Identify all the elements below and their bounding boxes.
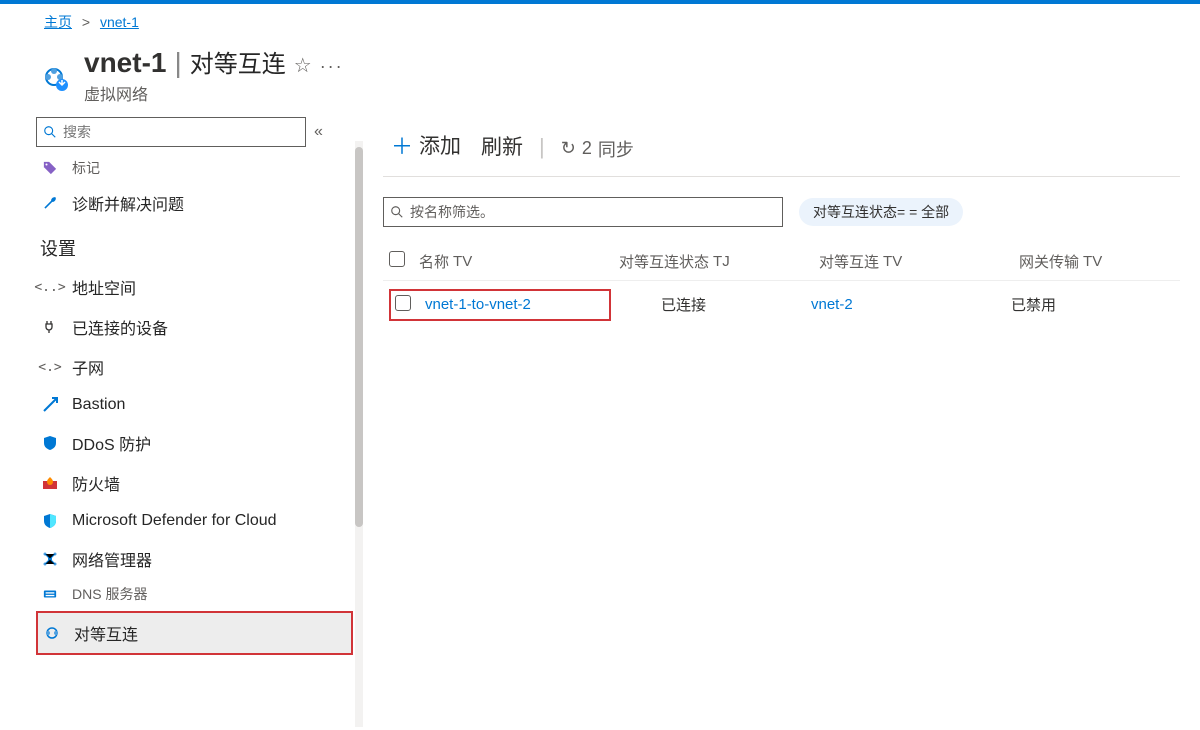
address-space-icon: <..>	[40, 277, 60, 297]
sidebar-item-subnets[interactable]: <.> 子网	[36, 347, 353, 387]
more-menu-icon[interactable]: ···	[320, 56, 344, 77]
sidebar-item-defender[interactable]: Microsoft Defender for Cloud	[36, 503, 353, 539]
shield-icon	[40, 433, 60, 453]
peering-status: 已连接	[611, 294, 811, 315]
breadcrumb-home[interactable]: 主页	[44, 14, 72, 30]
main-content: ＋ 添加 刷新 | ↻ 2 同步 对等互连状态= = 全部 名称	[363, 117, 1200, 727]
sidebar-search[interactable]	[36, 117, 306, 147]
table-header-row: 名称 TV 对等互连状态 TJ 对等互连 TV 网关传输 TV	[383, 243, 1180, 281]
refresh-label: 刷新	[481, 131, 523, 161]
sidebar-label: 防火墙	[72, 471, 120, 495]
select-all-checkbox[interactable]	[389, 251, 405, 267]
bastion-icon	[40, 395, 60, 415]
sidebar-label: 地址空间	[72, 275, 136, 299]
breadcrumb-separator: >	[82, 14, 90, 30]
sidebar-label: 已连接的设备	[72, 315, 168, 339]
page-header: vnet-1 | 对等互连 ☆ ··· 虚拟网络	[0, 40, 1200, 117]
column-name[interactable]: 名称 TV	[419, 251, 619, 272]
plug-icon	[40, 317, 60, 337]
toolbar: ＋ 添加 刷新 | ↻ 2 同步	[383, 125, 1180, 177]
sidebar-label: Microsoft Defender for Cloud	[72, 512, 277, 530]
breadcrumb: 主页 > vnet-1	[0, 4, 1200, 40]
breadcrumb-current[interactable]: vnet-1	[100, 14, 139, 30]
sort-icon: TV	[453, 253, 472, 270]
column-peer-label: 对等互连	[819, 251, 879, 272]
firewall-icon	[40, 473, 60, 493]
vnet-icon	[36, 57, 72, 93]
column-status-label: 对等互连状态	[619, 251, 709, 272]
sidebar-item-bastion[interactable]: Bastion	[36, 387, 353, 423]
sort-icon: TV	[1083, 253, 1102, 270]
title-block: vnet-1 | 对等互连 ☆ ··· 虚拟网络	[84, 44, 344, 105]
sidebar-label: Bastion	[72, 396, 125, 414]
column-gateway[interactable]: 网关传输 TV	[1019, 251, 1174, 272]
sidebar-label: 子网	[72, 355, 104, 379]
sidebar-label: 标记	[72, 158, 100, 178]
peer-vnet-link[interactable]: vnet-2	[811, 296, 853, 313]
sidebar-item-network-manager[interactable]: 网络管理器	[36, 539, 353, 579]
dns-icon	[40, 584, 60, 604]
sidebar-item-address-space[interactable]: <..> 地址空间	[36, 267, 353, 307]
gateway-value: 已禁用	[1011, 294, 1174, 315]
sidebar: « 标记 诊断并解决问题 设置 <..> 地址空间 已连接的设备 <.> 子网 …	[0, 117, 363, 727]
peerings-table: 名称 TV 对等互连状态 TJ 对等互连 TV 网关传输 TV	[383, 243, 1180, 329]
sync-label: 同步	[598, 136, 634, 162]
sidebar-search-input[interactable]	[63, 124, 299, 140]
name-filter[interactable]	[383, 197, 783, 227]
sidebar-label: 对等互连	[74, 621, 138, 645]
resource-type-label: 虚拟网络	[84, 81, 344, 105]
sidebar-item-peerings[interactable]: 对等互连	[36, 611, 353, 655]
filter-row: 对等互连状态= = 全部	[383, 197, 1180, 227]
table-row: vnet-1-to-vnet-2 已连接 vnet-2 已禁用	[383, 281, 1180, 329]
tag-icon	[40, 158, 60, 178]
sync-button[interactable]: ↻ 2 同步	[553, 132, 642, 166]
resource-title: vnet-1	[84, 47, 166, 79]
sidebar-collapse-icon[interactable]: «	[314, 123, 323, 141]
column-name-label: 名称	[419, 251, 449, 272]
network-manager-icon	[40, 549, 60, 569]
sidebar-item-diagnose[interactable]: 诊断并解决问题	[36, 183, 353, 223]
title-separator: |	[174, 47, 181, 79]
name-filter-input[interactable]	[410, 204, 776, 220]
peering-icon	[42, 623, 62, 643]
column-status[interactable]: 对等互连状态 TJ	[619, 251, 819, 272]
defender-icon	[40, 511, 60, 531]
sidebar-item-connected-devices[interactable]: 已连接的设备	[36, 307, 353, 347]
favorite-star-icon[interactable]: ☆	[294, 53, 312, 78]
sort-icon: TJ	[713, 253, 730, 270]
peering-name-link[interactable]: vnet-1-to-vnet-2	[425, 296, 531, 313]
add-button[interactable]: ＋ 添加	[383, 125, 469, 165]
sidebar-section-settings: 设置	[36, 223, 353, 267]
plus-icon: ＋	[391, 129, 413, 161]
sort-icon: TV	[883, 253, 902, 270]
sidebar-item-dns[interactable]: DNS 服务器	[36, 579, 353, 609]
status-filter-pill[interactable]: 对等互连状态= = 全部	[799, 198, 963, 226]
sync-icon: ↻	[561, 138, 576, 159]
sidebar-label: 网络管理器	[72, 547, 152, 571]
wrench-icon	[40, 193, 60, 213]
refresh-button[interactable]: 刷新	[473, 127, 531, 165]
row-highlight: vnet-1-to-vnet-2	[389, 289, 611, 321]
search-icon	[390, 205, 404, 219]
sidebar-label: DDoS 防护	[72, 431, 151, 455]
sidebar-item-ddos[interactable]: DDoS 防护	[36, 423, 353, 463]
column-gateway-label: 网关传输	[1019, 251, 1079, 272]
page-title: 对等互连	[190, 44, 286, 79]
search-icon	[43, 125, 57, 139]
subnet-icon: <.>	[40, 357, 60, 377]
sidebar-label: 诊断并解决问题	[72, 191, 184, 215]
toolbar-separator: |	[539, 134, 545, 160]
sync-count: 2	[582, 138, 592, 159]
sidebar-item-firewall[interactable]: 防火墙	[36, 463, 353, 503]
add-label: 添加	[419, 130, 461, 160]
sidebar-item-tags[interactable]: 标记	[36, 153, 353, 183]
sidebar-label: DNS 服务器	[72, 584, 147, 604]
row-checkbox[interactable]	[395, 295, 411, 311]
sidebar-scrollbar[interactable]	[355, 141, 363, 727]
column-peer[interactable]: 对等互连 TV	[819, 251, 1019, 272]
